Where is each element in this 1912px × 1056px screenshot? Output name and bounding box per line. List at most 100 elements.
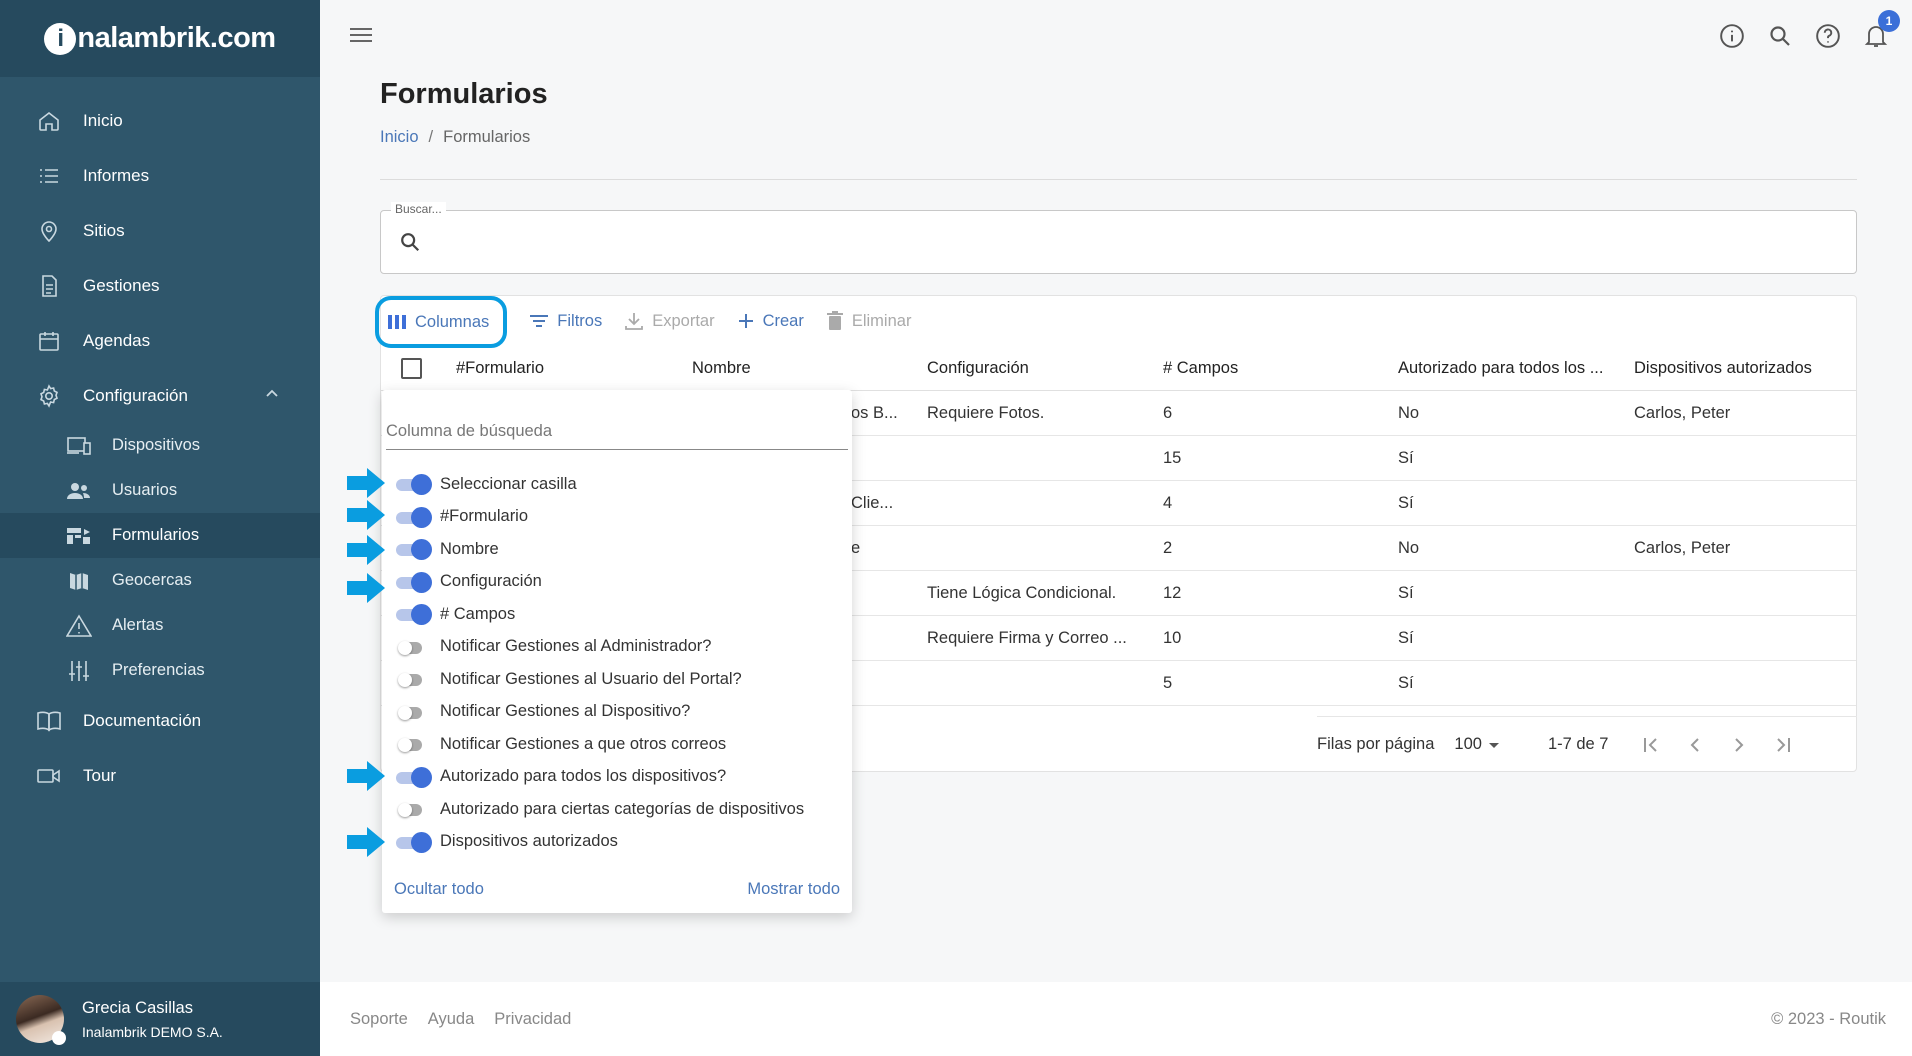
column-toggle-notificar-admin[interactable]: Notificar Gestiones al Administrador? [382,631,852,664]
sidebar-item-alertas[interactable]: Alertas [0,603,320,648]
toggle-switch[interactable] [394,637,430,657]
breadcrumb-home-link[interactable]: Inicio [380,128,419,146]
user-org: Inalambrik DEMO S.A. [82,1023,223,1040]
toggle-switch[interactable] [394,474,432,496]
column-toggle-autorizado-todos[interactable]: Autorizado para todos los dispositivos? [382,761,852,794]
sidebar-item-informes[interactable]: Informes [0,148,320,203]
toggle-switch[interactable] [394,539,432,561]
header-dispositivos[interactable]: Dispositivos autorizados [1634,346,1812,391]
privacy-link[interactable]: Privacidad [494,1010,571,1029]
toggle-switch[interactable] [394,734,430,754]
rows-per-page-label: Filas por página [1317,735,1435,753]
filters-button[interactable]: Filtros [529,301,602,341]
column-toggle-seleccionar[interactable]: Seleccionar casilla [382,468,852,501]
user-name: Grecia Casillas [82,998,193,1017]
list-icon [36,163,62,189]
sidebar-item-sitios[interactable]: Sitios [0,203,320,258]
page-footer: Soporte Ayuda Privacidad © 2023 - Routik [320,982,1912,1056]
devices-icon [66,434,92,458]
toggle-switch[interactable] [394,506,432,528]
help-link[interactable]: Ayuda [428,1010,475,1029]
column-toggle-nombre[interactable]: Nombre [382,533,852,566]
sidebar-item-preferencias[interactable]: Preferencias [0,648,320,693]
search-icon[interactable] [1766,22,1794,50]
rows-per-page-select[interactable]: 100 [1454,735,1506,755]
arrow-icon [347,573,385,603]
header-campos[interactable]: # Campos [1163,346,1238,391]
column-toggle-notificar-dispositivo[interactable]: Notificar Gestiones al Dispositivo? [382,696,852,729]
previous-page-icon[interactable] [1684,734,1706,756]
columns-button[interactable]: Columnas [375,296,508,348]
column-search-input[interactable]: Columna de búsqueda [386,420,848,450]
column-toggle-formulario[interactable]: #Formulario [382,501,852,534]
gear-icon [36,383,62,409]
sidebar-item-formularios[interactable]: Formularios [0,513,320,558]
sidebar-item-gestiones[interactable]: Gestiones [0,258,320,313]
toggle-switch[interactable] [394,766,432,788]
sidebar-item-usuarios[interactable]: Usuarios [0,468,320,513]
toggle-switch[interactable] [394,571,432,593]
sidebar-item-agendas[interactable]: Agendas [0,313,320,368]
help-icon[interactable] [1814,22,1842,50]
column-toggle-configuracion[interactable]: Configuración [382,566,852,599]
sidebar-item-tour[interactable]: Tour [0,748,320,803]
sidebar-item-configuracion[interactable]: Configuración [0,368,320,423]
menu-icon[interactable] [350,26,372,49]
select-all-checkbox[interactable] [401,358,422,379]
header-configuracion[interactable]: Configuración [927,346,1029,391]
create-button[interactable]: Crear [737,301,804,341]
trash-icon [826,311,843,330]
sidebar-item-dispositivos[interactable]: Dispositivos [0,423,320,468]
last-page-icon[interactable] [1772,734,1794,756]
search-input[interactable]: Buscar... [380,202,1857,274]
info-icon[interactable] [1718,22,1746,50]
column-toggle-campos[interactable]: # Campos [382,598,852,631]
download-icon [625,313,644,330]
header-formulario[interactable]: #Formulario [456,346,544,391]
dropdown-arrow-icon [1488,742,1499,748]
column-toggle-notificar-correos[interactable]: Notificar Gestiones a que otros correos [382,728,852,761]
home-icon [36,108,62,134]
copyright: © 2023 - Routik [1771,1009,1886,1028]
column-toggle-notificar-usuario[interactable]: Notificar Gestiones al Usuario del Porta… [382,663,852,696]
sidebar-item-documentacion[interactable]: Documentación [0,693,320,748]
filter-icon [530,315,549,327]
toggle-switch[interactable] [394,604,432,626]
notification-badge: 1 [1878,10,1900,32]
toggle-switch[interactable] [394,702,430,722]
hide-all-button[interactable]: Ocultar todo [394,880,484,899]
breadcrumb: Inicio / Formularios [380,128,531,146]
header-nombre[interactable]: Nombre [692,346,751,391]
first-page-icon[interactable] [1640,734,1662,756]
calendar-icon [36,328,62,354]
toggle-switch[interactable] [394,799,430,819]
show-all-button[interactable]: Mostrar todo [747,880,840,899]
brand-logo[interactable]: i nalambrik.com [44,22,276,55]
header-autorizado[interactable]: Autorizado para todos los ... [1398,346,1623,391]
user-profile[interactable]: Grecia Casillas Inalambrik DEMO S.A. [0,982,320,1056]
arrow-icon [347,761,385,791]
next-page-icon[interactable] [1728,734,1750,756]
page-range: 1-7 de 7 [1547,735,1609,753]
logo-bar: i nalambrik.com [0,0,320,77]
arrow-icon [347,500,385,530]
video-icon [36,763,62,789]
toggle-switch[interactable] [394,831,432,853]
arrow-icon [347,468,385,498]
export-button[interactable]: Exportar [624,301,715,341]
sidebar: i nalambrik.com Inicio Informes Sitios Ge… [0,0,320,1056]
column-toggle-list: Seleccionar casilla #Formulario Nombre C… [382,468,852,858]
column-toggle-dispositivos[interactable]: Dispositivos autorizados [382,826,852,859]
sidebar-item-inicio[interactable]: Inicio [0,93,320,148]
toggle-switch[interactable] [394,669,430,689]
search-icon [399,231,421,258]
support-link[interactable]: Soporte [350,1010,408,1029]
topbar: 1 [320,0,1912,74]
delete-button[interactable]: Eliminar [826,301,911,341]
chevron-up-icon[interactable] [264,386,280,407]
table-toolbar: Columnas Filtros Exportar Crear Eliminar [375,296,1856,348]
sidebar-item-geocercas[interactable]: Geocercas [0,558,320,603]
column-toggle-autorizado-categorias[interactable]: Autorizado para ciertas categorías de di… [382,793,852,826]
arrow-icon [347,535,385,565]
notifications-bell-icon[interactable]: 1 [1862,10,1900,50]
